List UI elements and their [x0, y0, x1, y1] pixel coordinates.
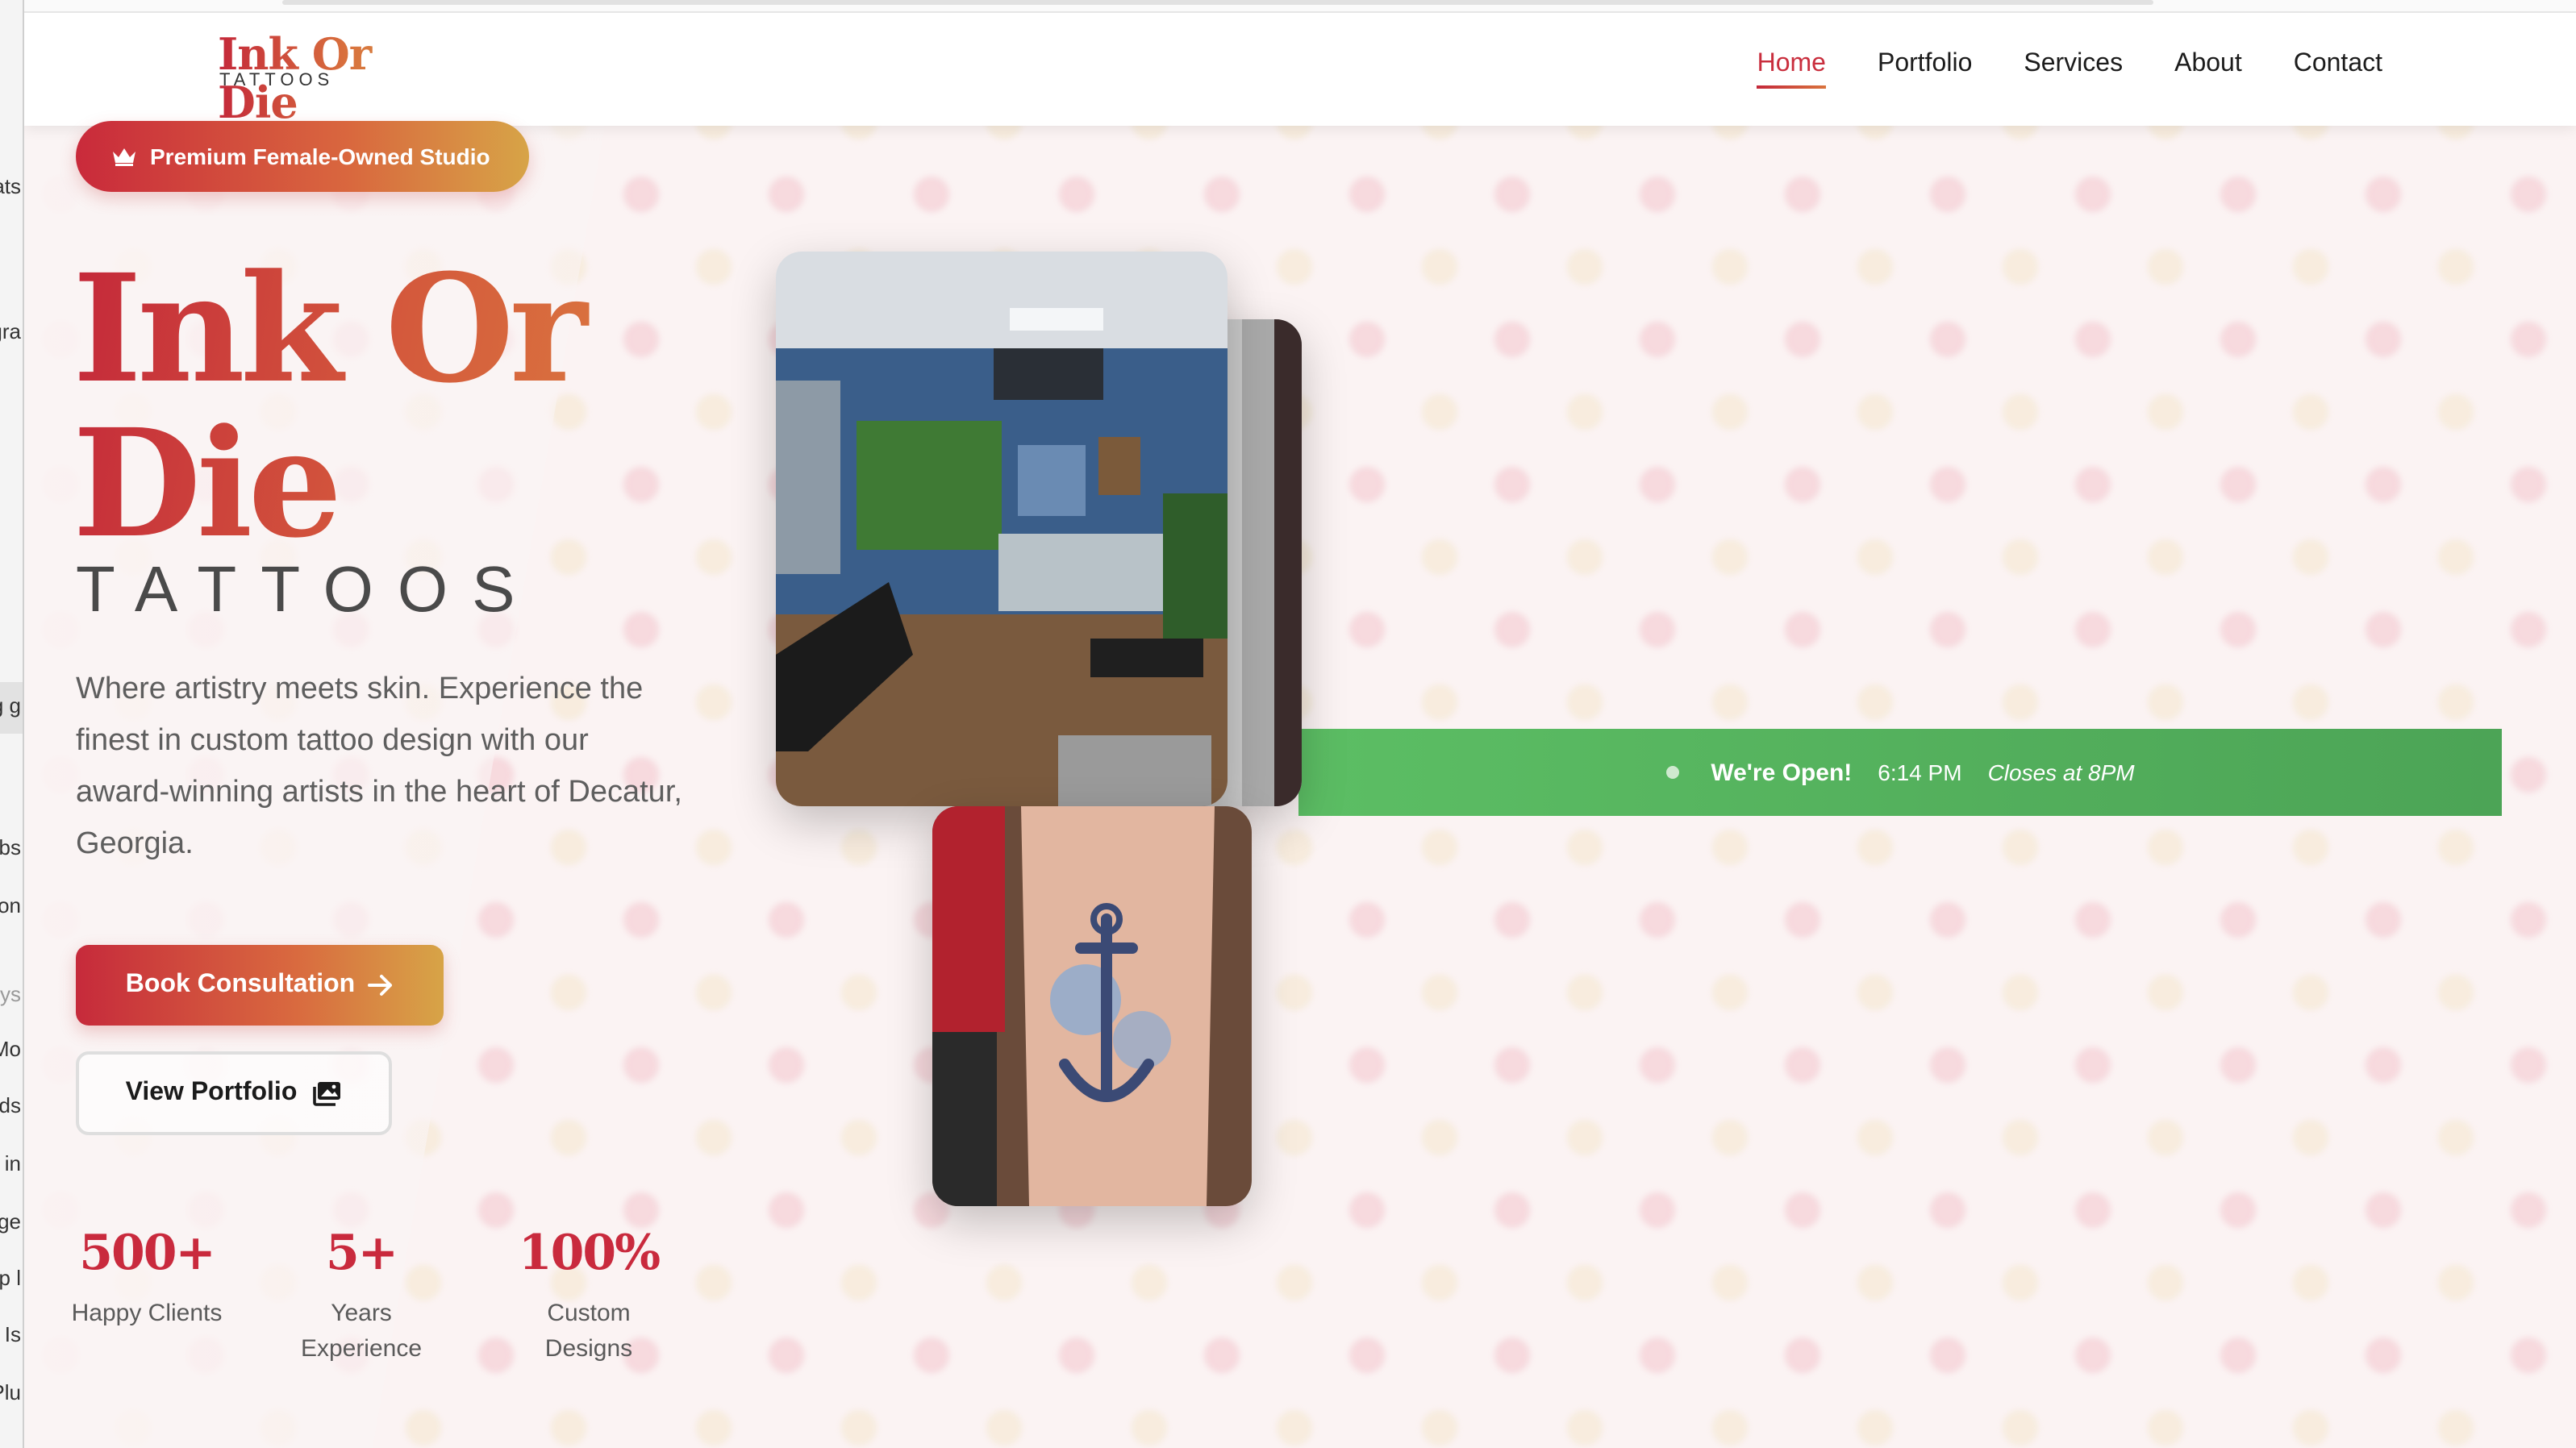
- stat-custom-designs: 100% Custom Designs: [508, 1222, 669, 1367]
- logo-subtitle: TATTOOS: [219, 71, 335, 90]
- closing-time: Closes at 8PM: [1987, 759, 2135, 785]
- book-consultation-button[interactable]: Book Consultation: [76, 945, 444, 1026]
- background-window-text: ys: [0, 982, 21, 1006]
- horizontal-scrollbar[interactable]: [282, 0, 2153, 5]
- stat-value: 100%: [518, 1225, 661, 1282]
- stat-label: Custom Designs: [544, 1300, 633, 1363]
- anchor-tattoo-picture: [932, 806, 1252, 1206]
- view-portfolio-label: View Portfolio: [125, 1079, 298, 1106]
- stat-label: Happy Clients: [71, 1300, 223, 1327]
- status-dot-icon: [1665, 766, 1679, 779]
- stat-value: 5+: [325, 1225, 398, 1282]
- view-portfolio-button[interactable]: View Portfolio: [76, 1051, 392, 1135]
- anchor-tattoo-image[interactable]: [932, 806, 1252, 1206]
- stat-value: 500+: [79, 1225, 216, 1282]
- book-consultation-label: Book Consultation: [125, 971, 356, 998]
- stat-years-experience: 5+ Years Experience: [281, 1222, 442, 1367]
- background-window-text: s in: [0, 1151, 21, 1175]
- background-window-text: Plu: [0, 1380, 21, 1404]
- nav-links: Home Portfolio Services About Contact: [1757, 50, 2382, 89]
- navbar: Ink Or Die TATTOOS Home Portfolio Servic…: [24, 13, 2576, 128]
- badge-label: Premium Female-Owned Studio: [150, 144, 490, 169]
- logo[interactable]: Ink Or Die TATTOOS: [218, 31, 460, 128]
- hero-title-line1: Ink Or: [73, 242, 583, 416]
- arrow-right-icon: [368, 975, 393, 996]
- nav-link-home[interactable]: Home: [1757, 50, 1826, 89]
- background-window-text: Mo: [0, 1037, 21, 1061]
- hero-title-line2: Die: [73, 397, 338, 571]
- hero-subtitle: TATTOOS: [76, 555, 540, 626]
- nav-link-services[interactable]: Services: [2024, 50, 2123, 85]
- page: Ink Or Die TATTOOS Home Portfolio Servic…: [24, 13, 2576, 1448]
- nav-link-portfolio[interactable]: Portfolio: [1878, 50, 1972, 85]
- studio-badge: Premium Female-Owned Studio: [76, 121, 529, 192]
- background-window-text: ds: [0, 1093, 21, 1117]
- background-window-text: ron: [0, 893, 21, 917]
- crown-icon: [113, 148, 135, 166]
- background-window-edge: ats gra g g ebs ron ys Mo ds s in ge p l…: [0, 0, 24, 1448]
- browser-top-strip: [24, 0, 2576, 13]
- studio-interior-picture: [776, 252, 1228, 806]
- background-window-text: g g: [0, 693, 21, 718]
- stat-label: Years Experience: [300, 1300, 423, 1363]
- hero-title: Ink Or Die: [73, 252, 653, 561]
- background-window-text: p l: [0, 1266, 21, 1290]
- background-window-text: l Is: [0, 1322, 21, 1346]
- nav-link-about[interactable]: About: [2174, 50, 2242, 85]
- hero-description: Where artistry meets skin. Experience th…: [76, 672, 682, 861]
- images-icon: [313, 1082, 341, 1106]
- nav-link-contact[interactable]: Contact: [2294, 50, 2382, 85]
- background-window-text: ge: [0, 1209, 21, 1234]
- studio-interior-image[interactable]: [776, 252, 1228, 806]
- open-status-banner: We're Open! 6:14 PM Closes at 8PM: [1298, 729, 2502, 816]
- background-window-text: ebs: [0, 835, 21, 859]
- current-time: 6:14 PM: [1878, 759, 1962, 785]
- background-window-text: ats: [0, 174, 21, 198]
- stat-happy-clients: 500+ Happy Clients: [66, 1222, 227, 1332]
- background-window-text: gra: [0, 319, 21, 343]
- open-status-label: We're Open!: [1711, 759, 1853, 786]
